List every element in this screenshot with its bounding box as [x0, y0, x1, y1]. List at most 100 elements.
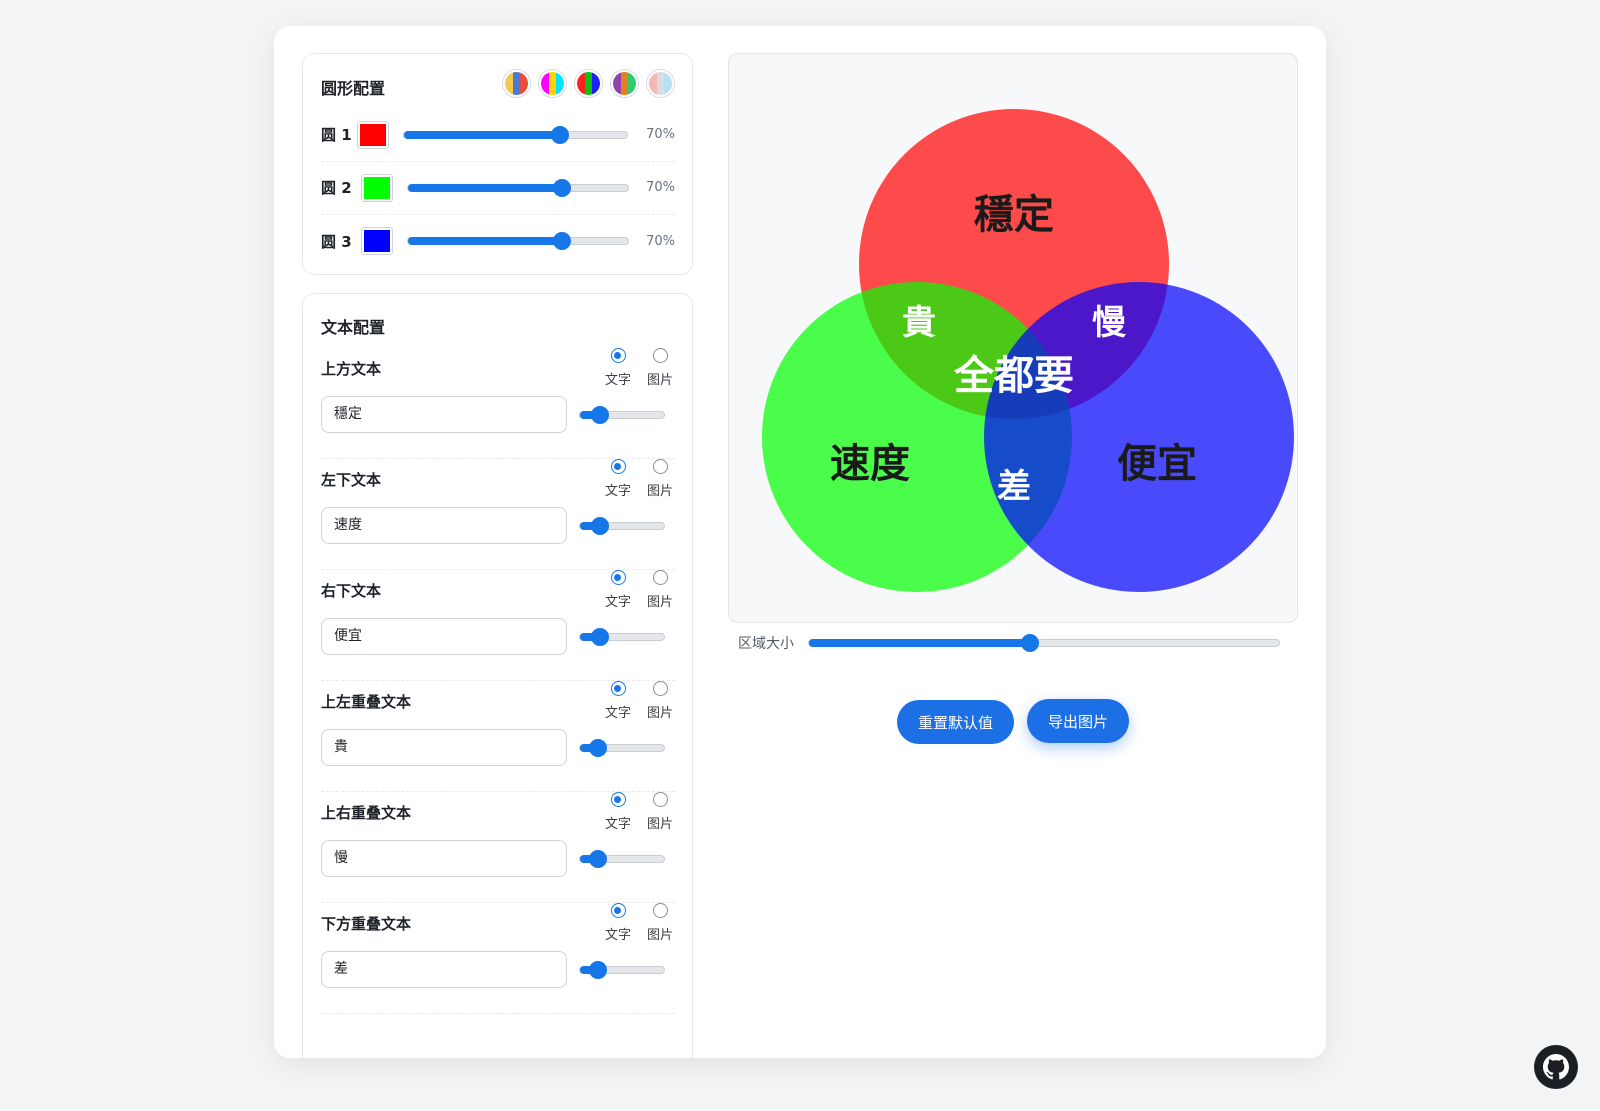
area-size-slider-thumb[interactable] [1021, 635, 1038, 651]
radio-text-label: 文字 [604, 706, 631, 721]
venn-top-right-text: 慢 [1092, 303, 1127, 343]
radio-text-label: 文字 [604, 928, 631, 943]
text-input[interactable]: 貴 [321, 729, 567, 766]
area-size-slider[interactable] [808, 635, 1280, 651]
circle-opacity-slider-thumb[interactable] [552, 126, 569, 143]
radio-image-option[interactable]: 图片 [645, 681, 675, 721]
text-input[interactable]: 穩定 [321, 396, 567, 433]
color-preset-button[interactable] [611, 70, 638, 97]
text-input[interactable]: 差 [321, 951, 567, 988]
text-size-slider-thumb[interactable] [592, 629, 609, 645]
radio-text-button[interactable] [610, 792, 626, 807]
radio-image-option[interactable]: 图片 [645, 570, 675, 610]
text-size-slider-thumb[interactable] [589, 740, 606, 756]
radio-text-option[interactable]: 文字 [603, 348, 633, 388]
text-type-radios: 文字 图片 [603, 459, 675, 499]
github-link[interactable] [1534, 1045, 1578, 1089]
radio-image-button[interactable] [652, 459, 668, 474]
text-size-slider[interactable] [579, 518, 665, 534]
radio-text-option[interactable]: 文字 [603, 681, 633, 721]
venn-right-text: 便宜 [1117, 441, 1197, 487]
area-size-row: 区域大小 [738, 628, 1292, 658]
circle-config-panel: 圆形配置 圆 1 70% 圆 2 70% 圆 3 70% [302, 53, 693, 275]
radio-text-option[interactable]: 文字 [603, 570, 633, 610]
text-size-slider-thumb[interactable] [592, 407, 609, 423]
radio-text-button[interactable] [610, 570, 626, 585]
venn-diagram: 穩定 速度 便宜 貴 慢 全都要 差 [762, 109, 1294, 592]
text-row-label: 上右重叠文本 [321, 804, 412, 822]
text-size-slider-thumb[interactable] [592, 518, 609, 534]
radio-image-label: 图片 [646, 595, 673, 610]
radio-text-button[interactable] [610, 348, 626, 363]
circle-row: 圆 3 70% [321, 214, 675, 268]
text-row-label: 上左重叠文本 [321, 693, 412, 711]
circle-opacity-slider[interactable] [407, 233, 629, 249]
text-row [321, 1014, 675, 1058]
radio-text-option[interactable]: 文字 [603, 459, 633, 499]
circle-color-picker[interactable] [361, 227, 393, 255]
circle-color-picker[interactable] [357, 120, 389, 149]
text-row: 上右重叠文本 文字 图片慢 [321, 792, 675, 903]
text-config-title: 文本配置 [321, 318, 386, 337]
radio-text-option[interactable]: 文字 [603, 903, 633, 943]
radio-image-label: 图片 [646, 706, 673, 721]
circle-row: 圆 2 70% [321, 161, 675, 215]
text-row: 上左重叠文本文字 图片貴 [321, 681, 675, 792]
circle-config-title: 圆形配置 [321, 79, 386, 98]
reset-button[interactable]: 重置默认值 [897, 700, 1014, 744]
venn-center-text: 全都要 [953, 353, 1074, 399]
radio-text-label: 文字 [604, 817, 631, 832]
radio-text-option[interactable]: 文字 [603, 792, 633, 832]
radio-image-button[interactable] [652, 903, 668, 918]
radio-text-button[interactable] [610, 459, 626, 474]
text-input[interactable]: 便宜 [321, 618, 567, 655]
text-size-slider[interactable] [579, 740, 665, 756]
radio-image-option[interactable]: 图片 [645, 459, 675, 499]
venn-top-text: 穩定 [974, 192, 1054, 238]
text-input[interactable]: 速度 [321, 507, 567, 544]
radio-image-button[interactable] [652, 681, 668, 696]
color-preset-button[interactable] [539, 70, 566, 97]
text-size-slider[interactable] [579, 962, 665, 978]
radio-image-option[interactable]: 图片 [645, 903, 675, 943]
venn-preview: 穩定 速度 便宜 貴 慢 全都要 差 [728, 53, 1298, 623]
circle-label: 圆 3 [321, 232, 352, 251]
text-input[interactable]: 慢 [321, 840, 567, 877]
text-size-slider-thumb[interactable] [589, 962, 606, 978]
text-row: 左下文本 文字 图片 速度 [321, 459, 675, 570]
text-row-label: 右下文本 [321, 582, 382, 600]
color-presets [503, 70, 674, 97]
radio-text-label: 文字 [604, 484, 631, 499]
radio-image-button[interactable] [652, 348, 668, 363]
main-card: 圆形配置 圆 1 70% 圆 2 70% 圆 3 70% 文本配置 上方文本 文字 图片 穩定左… [274, 26, 1326, 1058]
text-type-radios: 文字 图片 [603, 570, 675, 610]
color-preset-button[interactable] [647, 70, 674, 97]
radio-image-button[interactable] [652, 570, 668, 585]
radio-image-option[interactable]: 图片 [645, 792, 675, 832]
circle-opacity-slider[interactable] [407, 179, 629, 196]
radio-image-option[interactable]: 图片 [645, 348, 675, 388]
text-size-slider[interactable] [579, 629, 665, 645]
radio-image-label: 图片 [646, 373, 673, 388]
export-button[interactable]: 导出图片 [1027, 699, 1129, 743]
text-size-slider[interactable] [579, 851, 665, 867]
circle-opacity-value: 70% [646, 180, 675, 195]
text-row-label: 左下文本 [321, 471, 382, 489]
circle-3 [984, 282, 1294, 592]
text-size-slider-thumb[interactable] [589, 851, 606, 867]
radio-text-button[interactable] [610, 903, 626, 918]
radio-image-button[interactable] [652, 792, 668, 807]
area-size-slider-fill [809, 639, 1030, 647]
text-type-radios: 文字 图片 [603, 348, 675, 388]
radio-text-button[interactable] [610, 681, 626, 696]
text-row: 上方文本 文字 图片 穩定 [321, 348, 675, 459]
text-type-radios: 文字 图片 [603, 792, 675, 832]
circle-color-picker[interactable] [361, 173, 393, 202]
circle-opacity-slider-thumb[interactable] [554, 233, 570, 249]
circle-opacity-slider[interactable] [403, 126, 628, 143]
radio-text-label: 文字 [604, 373, 631, 388]
text-size-slider[interactable] [579, 407, 665, 423]
circle-opacity-slider-thumb[interactable] [554, 179, 570, 196]
color-preset-button[interactable] [503, 70, 530, 97]
color-preset-button[interactable] [575, 70, 602, 97]
